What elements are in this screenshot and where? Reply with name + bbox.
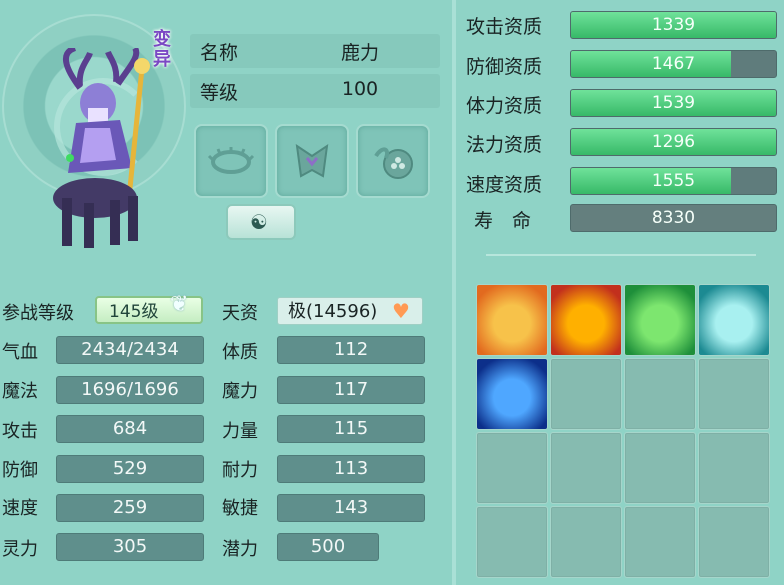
- quality-value-speed: 1555: [651, 171, 696, 191]
- life-bar: 8330: [570, 204, 777, 232]
- stat-label-endurance: 耐力: [222, 460, 258, 481]
- empty-skill-slot[interactable]: [550, 506, 622, 578]
- wing-icon: ❦: [170, 292, 189, 317]
- empty-skill-slot[interactable]: [550, 432, 622, 504]
- equip-slot-collar[interactable]: [194, 124, 268, 198]
- skill-slot[interactable]: [624, 284, 696, 356]
- stat-value-strength: 115: [277, 415, 425, 443]
- heart-icon[interactable]: ♥: [392, 299, 410, 323]
- skill-slot[interactable]: [476, 358, 548, 430]
- equip-slot-charm[interactable]: [356, 124, 430, 198]
- muscle-man-skill-icon: [625, 285, 695, 355]
- pet-name: 鹿力: [340, 42, 379, 64]
- name-label: 名称: [200, 42, 239, 64]
- stat-value-endurance: 113: [277, 455, 425, 483]
- stat-label-hp: 气血: [2, 342, 38, 363]
- quality-bar-stamina: 1539: [570, 89, 777, 117]
- qualities-skills-panel: 攻击资质 1339 防御资质 1467 体力资质 1539 法力资质 1296 …: [456, 0, 784, 585]
- stat-label-defense: 防御: [2, 460, 38, 481]
- stat-value-mp: 1696/1696: [56, 376, 204, 404]
- stat-label-attack: 攻击: [2, 421, 38, 442]
- stat-label-speed: 速度: [2, 498, 38, 519]
- quality-label-speed: 速度资质: [466, 174, 543, 196]
- stat-label-potential: 潜力: [222, 539, 258, 560]
- life-value: 8330: [651, 208, 696, 228]
- skill-slot[interactable]: [698, 284, 770, 356]
- quality-label-defense: 防御资质: [466, 56, 543, 78]
- mutant-badge: 变异: [153, 29, 171, 70]
- battle-level-value: 145级: [109, 302, 159, 322]
- quality-value-attack: 1339: [651, 15, 696, 35]
- pet-level-row: 等级 100: [190, 74, 440, 108]
- battle-level-label: 参战等级: [2, 303, 74, 324]
- stat-label-mp: 魔法: [2, 381, 38, 402]
- empty-skill-slot[interactable]: [550, 358, 622, 430]
- stat-label-constitution: 体质: [222, 342, 258, 363]
- talent-value: 极(14596): [288, 301, 378, 322]
- skill-slot[interactable]: [476, 284, 548, 356]
- paw-charm-icon: [374, 147, 413, 179]
- stat-value-hp: 2434/2434: [56, 336, 204, 364]
- quality-value-defense: 1467: [651, 54, 696, 74]
- stat-label-magic: 魔力: [222, 381, 258, 402]
- talent-label: 天资: [222, 303, 258, 324]
- skill-grid: [476, 284, 774, 580]
- level-label: 等级: [200, 82, 239, 104]
- stat-value-agility: 143: [277, 494, 425, 522]
- stat-label-strength: 力量: [222, 421, 258, 442]
- quality-label-attack: 攻击资质: [466, 16, 543, 38]
- life-label: 寿 命: [474, 210, 532, 232]
- water-pillar-skill-icon: [477, 359, 547, 429]
- empty-skill-slot[interactable]: [698, 432, 770, 504]
- quality-bar-attack: 1339: [570, 11, 777, 39]
- empty-skill-slot[interactable]: [698, 506, 770, 578]
- stat-label-agility: 敏捷: [222, 498, 258, 519]
- quality-label-mana: 法力资质: [466, 134, 543, 156]
- armor-icon: [295, 143, 329, 178]
- green-swirl-skill-icon: [699, 285, 769, 355]
- separator-line: [486, 254, 756, 256]
- quality-bar-speed: 1555: [570, 167, 777, 195]
- yinyang-icon: ☯: [250, 210, 268, 234]
- equip-slot-armor[interactable]: [275, 124, 349, 198]
- pet-level: 100: [341, 78, 379, 100]
- empty-skill-slot[interactable]: [624, 506, 696, 578]
- collar-icon: [207, 147, 255, 174]
- stat-label-spirit: 灵力: [2, 539, 38, 560]
- pet-sprite-image: [53, 48, 150, 248]
- quality-value-mana: 1296: [651, 132, 696, 152]
- empty-skill-slot[interactable]: [476, 506, 548, 578]
- stat-value-magic: 117: [277, 376, 425, 404]
- empty-skill-slot[interactable]: [624, 432, 696, 504]
- empty-skill-slot[interactable]: [624, 358, 696, 430]
- stat-value-potential: 500: [277, 533, 379, 561]
- empty-skill-slot[interactable]: [698, 358, 770, 430]
- quality-bar-defense: 1467: [570, 50, 777, 78]
- quality-label-stamina: 体力资质: [466, 95, 543, 117]
- stat-value-speed: 259: [56, 494, 204, 522]
- stat-value-constitution: 112: [277, 336, 425, 364]
- yinyang-button[interactable]: ☯: [226, 204, 296, 240]
- quality-bar-mana: 1296: [570, 128, 777, 156]
- quality-value-stamina: 1539: [651, 93, 696, 113]
- empty-skill-slot[interactable]: [476, 432, 548, 504]
- stat-value-attack: 684: [56, 415, 204, 443]
- demon-mask-skill-icon: [551, 285, 621, 355]
- skill-slot[interactable]: [550, 284, 622, 356]
- hourglass-skill-icon: [477, 285, 547, 355]
- stat-value-spirit: 305: [56, 533, 204, 561]
- pet-name-row: 名称 鹿力: [190, 34, 440, 68]
- stat-value-defense: 529: [56, 455, 204, 483]
- pet-info-panel: 变异 名称 鹿力 等级 100 ☯ 参战等级 145级 ❦ 天资 极(14596…: [0, 0, 452, 585]
